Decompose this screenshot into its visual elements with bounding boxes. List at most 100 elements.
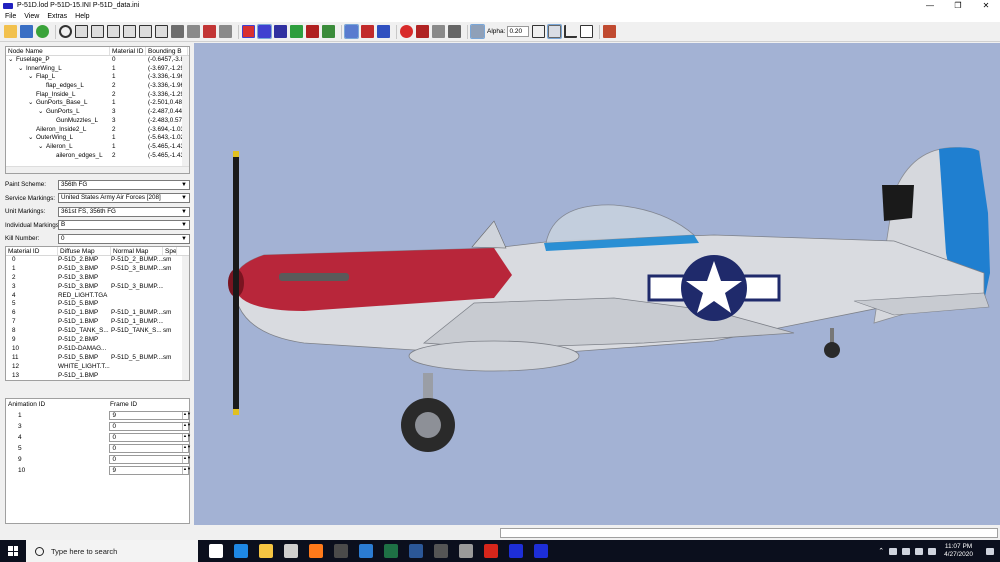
alpha-toggle-icon[interactable] [470,24,485,39]
material-row[interactable]: 10 P-51D-DAMAG... [6,345,189,354]
spinner-arrows-icon[interactable]: ▲▼ [182,434,191,441]
kill-number-select[interactable]: 0 ▼ [58,233,190,244]
material-row[interactable]: 7 P-51D_1.BMP P-51D_1_BUMP.... [6,318,189,327]
tree-node-row[interactable]: Aileron_Inside2_L 2 (-3.694,-1.03 [6,126,189,135]
expand-chevron-icon[interactable]: ⌄ [28,73,36,82]
expand-chevron-icon[interactable]: ⌄ [28,134,36,143]
materials-vscroll[interactable] [182,256,189,380]
grey-cube-icon[interactable] [219,25,232,38]
material-row[interactable]: 12 WHITE_LIGHT.T... [6,363,189,372]
lod-app-icon[interactable] [509,544,523,558]
axes-icon[interactable] [564,25,578,38]
expand-chevron-icon[interactable]: ⌄ [38,143,46,152]
task-view-icon[interactable] [209,544,223,558]
view-top-icon[interactable] [139,25,152,38]
network-icon[interactable] [902,547,911,555]
solid-cube-icon[interactable] [171,25,184,38]
column-normal-map[interactable]: Normal Map [111,247,163,255]
battery-icon[interactable] [915,547,924,555]
calculator-icon[interactable] [434,544,448,558]
bounding-box-icon[interactable] [532,25,546,38]
green-sphere-icon[interactable] [322,25,335,38]
frame-id-spinner[interactable]: 9 ▲▼ [109,466,191,475]
expand-chevron-icon[interactable]: ⌄ [8,56,16,65]
wireframe-dark-icon[interactable] [274,25,287,38]
maximize-button[interactable]: ❐ [944,0,972,11]
expand-chevron-icon[interactable]: ⌄ [28,99,36,108]
store-icon[interactable] [284,544,298,558]
tree-node-row[interactable]: ⌄ Flap_L 1 (-3.336,-1.96 [6,73,189,82]
service-markings-select[interactable]: United States Army Air Forces [208] ▼ [58,193,190,204]
close-button[interactable]: ✕ [972,0,1000,11]
tree-node-row[interactable]: ⌄ Aileron_L 1 (-5.465,-1.43 [6,143,189,152]
tree-node-row[interactable]: flap_edges_L 2 (-3.336,-1.96 [6,82,189,91]
material-row[interactable]: 9 P-51D_2.BMP [6,336,189,345]
crosshair-icon[interactable] [59,25,72,38]
material-row[interactable]: 0 P-51D_2.BMP P-51D_2_BUMP.... sm [6,256,189,265]
cloud-icon[interactable] [889,547,898,555]
dark-red-cube-icon[interactable] [306,25,319,38]
paint-dark-icon[interactable] [448,25,461,38]
material-row[interactable]: 4 RED_LIGHT.TGA [6,292,189,301]
menu-file[interactable]: File [5,13,16,20]
tree-node-row[interactable]: ⌄ InnerWing_L 1 (-3.697,-1.29 [6,65,189,74]
lod-app-active-icon[interactable] [534,544,548,558]
view-left-icon[interactable] [107,25,120,38]
view-front-icon[interactable] [75,25,88,38]
node-tree-vscroll[interactable] [182,56,189,168]
view-back-icon[interactable] [91,25,104,38]
tree-node-row[interactable]: ⌄ GunPorts_L 3 (-2.487,0.446 [6,108,189,117]
expand-chevron-icon[interactable]: ⌄ [18,65,26,74]
column-material-id[interactable]: Material ID [6,247,58,255]
expand-chevron-icon[interactable]: ⌄ [38,108,46,117]
paint-grey-icon[interactable] [432,25,445,38]
chevron-up-icon[interactable]: ⌃ [878,547,884,555]
model-viewport[interactable] [194,43,1000,525]
frame-id-spinner[interactable]: 0 ▲▼ [109,422,191,431]
spinner-arrows-icon[interactable]: ▲▼ [182,423,191,430]
wireframe-red-icon[interactable] [242,25,255,38]
spinner-arrows-icon[interactable]: ▲▼ [182,445,191,452]
red-cube-icon[interactable] [203,25,216,38]
tools-icon[interactable] [603,25,617,38]
column-diffuse-map[interactable]: Diffuse Map [58,247,111,255]
frame-id-spinner[interactable]: 0 ▲▼ [109,455,191,464]
node-red-icon[interactable] [361,25,374,38]
open-folder-icon[interactable] [4,25,17,38]
view-bottom-icon[interactable] [155,25,168,38]
spinner-arrows-icon[interactable]: ▲▼ [182,456,191,463]
individual-markings-select[interactable]: B ▼ [58,220,190,231]
column-node-name[interactable]: Node Name [6,47,110,55]
unit-markings-select[interactable]: 361st FS, 356th FG ▼ [58,206,190,217]
menu-view[interactable]: View [24,13,39,20]
tree-node-row[interactable]: GunMuzzles_L 3 (-2.483,0.579 [6,117,189,126]
edge-icon[interactable] [234,544,248,558]
green-cube-icon[interactable] [290,25,303,38]
grid-icon[interactable] [547,24,563,39]
notepad-icon[interactable] [334,544,348,558]
tree-node-row[interactable]: ⌄ Fuselage_P 0 (-0.6457,-3.8 [6,56,189,65]
volume-icon[interactable] [928,547,937,555]
material-row[interactable]: 8 P-51D_TANK_S... P-51D_TANK_S... sm [6,327,189,336]
spinner-arrows-icon[interactable]: ▲▼ [182,467,191,474]
menu-extras[interactable]: Extras [47,13,67,20]
view-right-icon[interactable] [123,25,136,38]
column-bounding-box[interactable]: Bounding B [146,47,188,55]
material-row[interactable]: 5 P-51D_5.BMP [6,300,189,309]
material-row[interactable]: 11 P-51D_5.BMP P-51D_5_BUMP.... sm [6,354,189,363]
node-tree-hscroll[interactable] [6,166,189,173]
shaded-cube-icon[interactable] [187,25,200,38]
menu-help[interactable]: Help [75,13,89,20]
texture-icon[interactable] [36,25,49,38]
explorer-icon[interactable] [259,544,273,558]
frame-cube-icon[interactable] [580,25,594,38]
node-blue-icon[interactable] [344,24,359,39]
tree-node-row[interactable]: aileron_edges_L 2 (-5.465,-1.43 [6,152,189,161]
frame-id-spinner[interactable]: 9 ▲▼ [109,411,191,420]
clock[interactable]: 11:07 PM 4/27/2020 [944,543,973,559]
material-row[interactable]: 13 P-51D_1.BMP [6,372,189,380]
light-red-icon[interactable] [400,25,413,38]
tree-node-row[interactable]: ⌄ GunPorts_Base_L 1 (-2.501,0.480 [6,99,189,108]
wireframe-blue-icon[interactable] [257,24,272,39]
minimize-button[interactable]: — [916,0,944,11]
